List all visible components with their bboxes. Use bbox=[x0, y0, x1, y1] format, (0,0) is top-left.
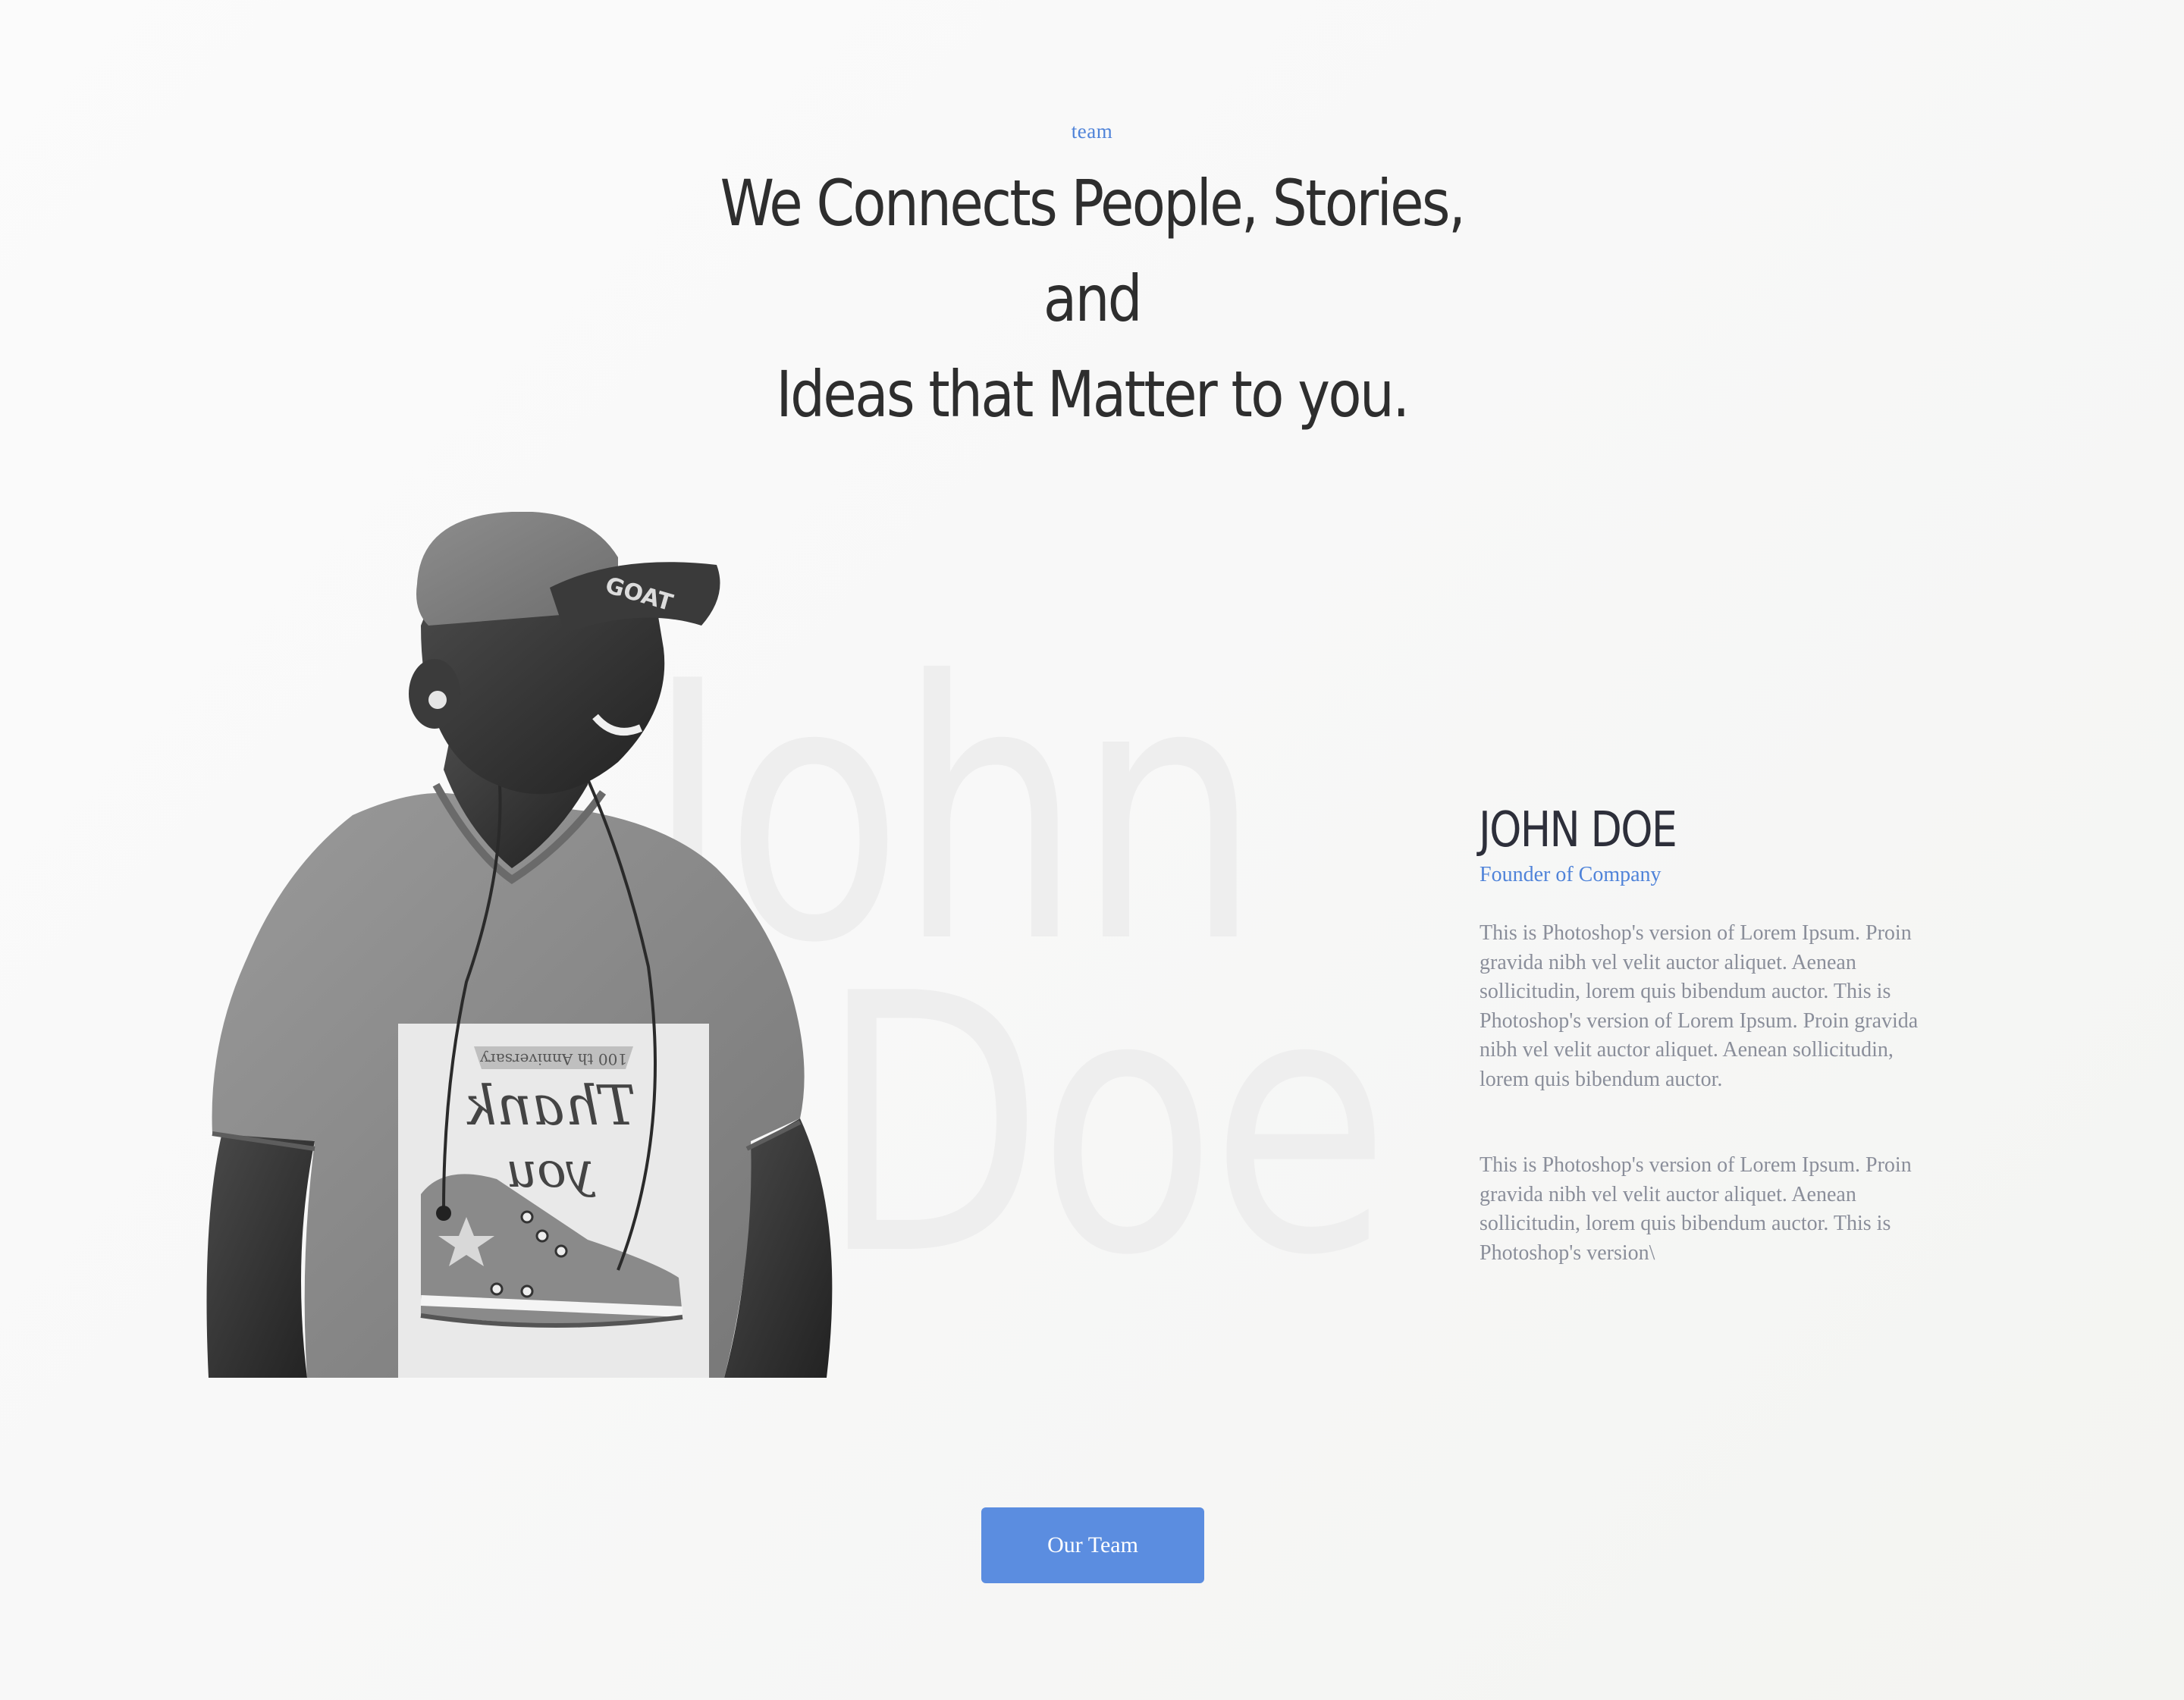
our-team-button[interactable]: Our Team bbox=[981, 1507, 1204, 1583]
team-section: team We Connects People, Stories, and Id… bbox=[0, 0, 2184, 1700]
left-arm bbox=[206, 1126, 315, 1378]
svg-text:you: you bbox=[506, 1143, 596, 1199]
svg-text:Thank: Thank bbox=[463, 1074, 635, 1137]
member-role: Founder of Company bbox=[1480, 863, 1662, 886]
member-bio-paragraph-2: This is Photoshop's version of Lorem Ips… bbox=[1480, 1153, 1912, 1265]
member-bio-paragraph-1: This is Photoshop's version of Lorem Ips… bbox=[1480, 921, 1919, 1091]
section-eyebrow: team bbox=[1071, 120, 1113, 143]
section-headline: We Connects People, Stories, and Ideas t… bbox=[668, 155, 1516, 442]
headline-line-1: We Connects People, Stories, and bbox=[720, 166, 1466, 336]
watermark-last-name: Doe bbox=[819, 918, 1390, 1333]
member-name: JOHN DOE bbox=[1479, 802, 1677, 858]
headline-line-2: Ideas that Matter to you. bbox=[776, 357, 1410, 431]
team-member-photo: 100 th Anniversary Thank you GOAT bbox=[206, 512, 833, 1378]
svg-text:100 th Anniversary: 100 th Anniversary bbox=[479, 1050, 627, 1068]
